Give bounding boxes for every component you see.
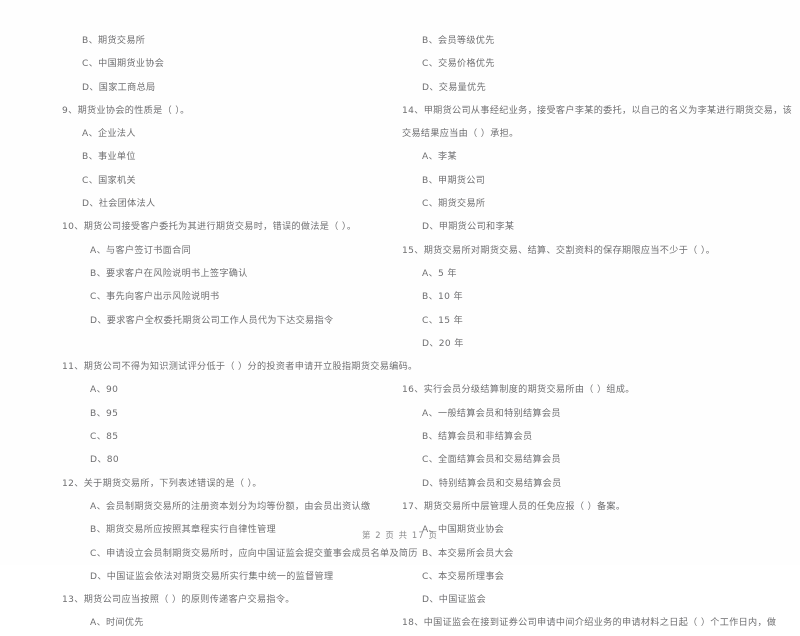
left-option: B、期货交易所: [82, 36, 146, 46]
left-option: D、中国证监会依法对期货交易所实行集中统一的监督管理: [90, 571, 334, 582]
right-option: A、李某: [422, 152, 457, 163]
right-spacer: [402, 356, 732, 379]
document-page: B、期货交易所 C、中国期货业协会 D、国家工商总局 9、期货业协会的性质是（ ）。 A…: [0, 0, 800, 628]
right-option: C、15 年: [422, 315, 464, 326]
right-question-stem: 16、实行会员分级结算制度的期货交易所由（ ）组成。: [402, 385, 635, 396]
right-option: C、期货交易所: [422, 199, 486, 210]
left-option: A、企业法人: [82, 129, 136, 140]
page-footer: 第 2 页 共 17 页: [362, 530, 438, 540]
question-column-right: B、会员等级优先 C、交易价格优先 D、交易量优先 14、甲期货公司从事经纪业务，接受…: [402, 30, 793, 636]
left-option: B、事业单位: [82, 152, 136, 163]
left-question-stem: 11、期货公司不得为知识测试评分低于（ ）分的投资者申请开立股指期货交易编码。: [62, 362, 418, 373]
right-question-stem: 15、期货交易所对期货交易、结算、交割资料的保存期限应当不少于（ ）。: [402, 245, 716, 256]
left-option: D、国家工商总局: [82, 82, 156, 93]
right-option: D、甲期货公司和李某: [422, 222, 515, 233]
right-option: B、甲期货公司: [422, 175, 486, 186]
left-option: C、中国期货业协会: [82, 59, 165, 70]
right-option: B、10 年: [422, 292, 463, 303]
left-option: A、与客户签订书面合同: [90, 245, 192, 256]
right-option: B、本交易所会员大会: [422, 548, 514, 559]
left-question-stem: 9、期货业协会的性质是（ ）。: [62, 105, 190, 116]
left-option: A、会员制期货交易所的注册资本划分为均等份额，由会员出资认缴: [90, 501, 371, 512]
right-option: C、本交易所理事会: [422, 571, 505, 582]
left-option: A、90: [90, 385, 119, 396]
right-option: A、5 年: [422, 268, 457, 279]
left-question-stem: 13、期货公司应当按照（ ）的原则传递客户交易指令。: [62, 595, 295, 606]
left-option: C、85: [90, 432, 119, 443]
right-option: D、中国证监会: [422, 595, 487, 606]
right-option: D、交易量优先: [422, 82, 487, 93]
question-column-left: B、期货交易所 C、中国期货业协会 D、国家工商总局 9、期货业协会的性质是（ ）。 A…: [62, 30, 418, 636]
right-option: A、一般结算会员和特别结算会员: [422, 408, 561, 419]
left-question-stem: 10、期货公司接受客户委托为其进行期货交易时，错误的做法是（ ）。: [62, 222, 357, 233]
right-option: D、20 年: [422, 338, 464, 349]
left-option: C、申请设立会员制期货交易所时，应向中国证监会提交董事会成员名单及简历: [90, 548, 418, 559]
right-option: B、结算会员和非结算会员: [422, 432, 533, 443]
left-question-stem: 12、关于期货交易所，下列表述错误的是（ ）。: [62, 478, 262, 489]
right-option: C、全面结算会员和交易结算会员: [422, 455, 561, 466]
left-option: C、事先向客户出示风险说明书: [90, 292, 220, 303]
left-option: A、时间优先: [90, 618, 144, 629]
left-option: C、国家机关: [82, 175, 136, 186]
left-spacer: [62, 333, 392, 356]
right-option: D、特别结算会员和交易结算会员: [422, 478, 562, 489]
right-question-stem: 交易结果应当由（ ）承担。: [402, 129, 519, 140]
right-option: B、会员等级优先: [422, 36, 495, 46]
left-option: B、95: [90, 408, 119, 419]
left-option: D、80: [90, 455, 120, 466]
right-question-stem: 17、期货交易所中层管理人员的任免应报（ ）备案。: [402, 501, 626, 512]
left-option: D、要求客户全权委托期货公司工作人员代为下达交易指令: [90, 315, 334, 326]
right-question-stem: 18、中国证监会在接到证券公司申请中间介绍业务的申请材料之日起（ ）个工作日内，…: [402, 618, 777, 629]
right-option: C、交易价格优先: [422, 59, 495, 70]
left-option: D、社会团体法人: [82, 199, 156, 210]
left-option: B、要求客户在风险说明书上签字确认: [90, 268, 248, 279]
right-question-stem: 14、甲期货公司从事经纪业务，接受客户李某的委托，以自己的名义为李某进行期货交易…: [402, 105, 793, 116]
